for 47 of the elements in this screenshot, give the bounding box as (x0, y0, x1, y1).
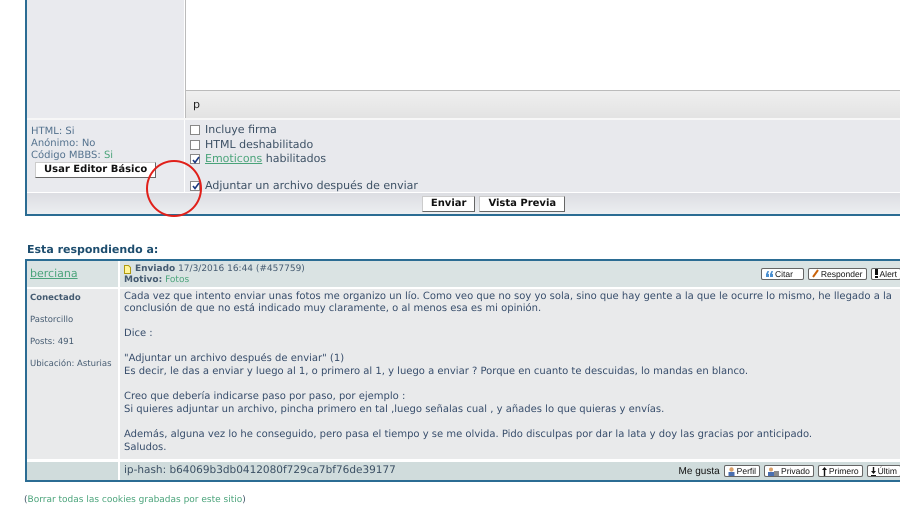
basic-editor-button[interactable]: Usar Editor Básico (35, 162, 156, 178)
post-count: Posts: 491 (30, 336, 76, 348)
section-heading: Esta respondiendo a: (27, 242, 160, 258)
pencil-icon (812, 269, 819, 278)
checkbox[interactable] (190, 180, 200, 191)
info-text: Anónimo: No (31, 138, 96, 150)
profile-button[interactable]: Perfil (724, 465, 760, 478)
info-text: Código MBBS: Si (31, 150, 114, 162)
first-button[interactable]: Primero (818, 465, 863, 478)
checkbox[interactable] (190, 125, 200, 136)
post-paragraph: Cada vez que intento enviar unas fotos me organizo un lío. Como veo que no soy yo sola, sino que hay gente a la que le ocurre lo mismo, he llegado a la conclusión de que no está indicado muy claramente, o al menos esa es mi opinión. (124, 290, 893, 316)
quote-icon (766, 270, 773, 276)
post-paragraph: Dice : (124, 328, 154, 341)
ip-hash: ip-hash: b64069b3db0412080f729ca7bf76de39177 (124, 463, 396, 478)
post-paragraph: "Adjuntar un archivo después de enviar" (1) Es decir, le das a enviar y luego al 1, o primero al 1, y luego a enviar ? Porque en cuanto te descuidas, lo mandas en blanco. (124, 353, 750, 379)
post-paragraph: Creo que debería indicarse paso por paso, por ejemplo : Si quieres adjuntar un archivo, pincha primero en tal ,luego señalas cual , y añades lo que quieras y envías. (124, 391, 666, 416)
exclamation-icon (874, 269, 878, 278)
option-label: Emoticons habilitados (205, 151, 326, 167)
people-icon (768, 466, 780, 476)
checkbox[interactable] (190, 140, 200, 150)
post-paragraph: Además, alguna vez lo he conseguido, pero pasa el tiempo y se me olvida. Pido disculpas por dar la lata y doy las gracias por anticipado. Saludos. (124, 429, 814, 454)
post-date: Enviado 17/3/2016 16:44 (#457759) (135, 264, 305, 274)
post-reason: Motivo: Fotos (124, 274, 190, 286)
option-label: Incluye firma (205, 122, 277, 138)
like-label: Me gusta (678, 464, 720, 479)
element-path: p (193, 98, 200, 111)
person-icon (728, 466, 735, 476)
preview-button[interactable]: Vista Previa (479, 196, 566, 212)
send-button[interactable]: Enviar (422, 196, 476, 212)
checkbox[interactable] (190, 154, 200, 164)
alert-button[interactable]: Alert (870, 268, 900, 280)
up-arrow-icon (822, 466, 827, 476)
user-rank: Pastorcillo (30, 314, 74, 326)
user-location: Ubicación: Asturias (30, 358, 113, 370)
reply-button[interactable]: Responder (808, 268, 867, 280)
user-status: Conectado (30, 292, 82, 304)
page-icon (124, 264, 131, 274)
down-arrow-icon (870, 466, 876, 476)
quote-button[interactable]: Citar (760, 268, 804, 280)
highlight-circle (146, 160, 202, 217)
option-label: HTML deshabilitado (205, 136, 314, 152)
cookies-link[interactable]: (Borrar todas las cookies grabadas por este sitio) (24, 494, 900, 508)
info-text: HTML: Si (31, 126, 76, 138)
last-button[interactable]: Últim (866, 465, 900, 478)
private-button[interactable]: Privado (764, 465, 814, 478)
option-label: Adjuntar un archivo después de enviar (205, 178, 418, 194)
text-editor[interactable]: p (185, 0, 900, 118)
